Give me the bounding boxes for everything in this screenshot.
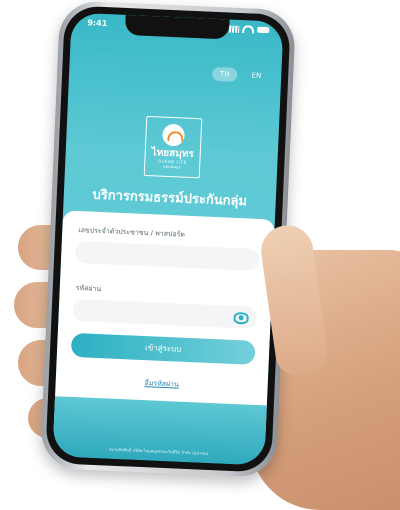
login-button[interactable]: เข้าสู่ระบบ	[70, 332, 256, 365]
phone-screen: 9:41 TH EN ไทยสมุทร OCEAN LIFE INSURANCE…	[52, 12, 284, 466]
language-switch: TH EN	[211, 66, 270, 83]
password-label: รหัสผ่าน	[75, 284, 102, 294]
wifi-icon	[242, 25, 255, 34]
lang-th-button[interactable]: TH	[211, 66, 238, 82]
status-icons	[229, 24, 270, 34]
id-input[interactable]	[74, 240, 260, 271]
footer-text: สงวนลิขสิทธิ์ บริษัท ไทยสมุทรประกันชีวิต…	[109, 446, 209, 456]
lang-en-button[interactable]: EN	[243, 68, 269, 83]
logo-emblem-icon	[162, 123, 186, 147]
ocean-life-logo: ไทยสมุทร OCEAN LIFE INSURANCE	[143, 115, 203, 179]
screen-title: บริการกรมธรรม์ประกันกลุ่ม	[92, 187, 248, 210]
battery-icon	[257, 26, 270, 34]
phone-frame: 9:41 TH EN ไทยสมุทร OCEAN LIFE INSURANCE…	[39, 0, 297, 478]
password-input[interactable]	[72, 298, 258, 329]
bottom-wave: สงวนลิขสิทธิ์ บริษัท ไทยสมุทรประกันชีวิต…	[52, 396, 267, 466]
phone-bezel: 9:41 TH EN ไทยสมุทร OCEAN LIFE INSURANCE…	[45, 5, 291, 473]
eye-icon[interactable]	[233, 311, 249, 325]
signal-icon	[229, 24, 240, 33]
forgot-password-link[interactable]: ลืมรหัสผ่าน	[56, 374, 268, 394]
status-time: 9:41	[87, 18, 108, 29]
id-label: เลขประจำตัวประชาชน / พาสปอร์ต	[78, 226, 186, 239]
